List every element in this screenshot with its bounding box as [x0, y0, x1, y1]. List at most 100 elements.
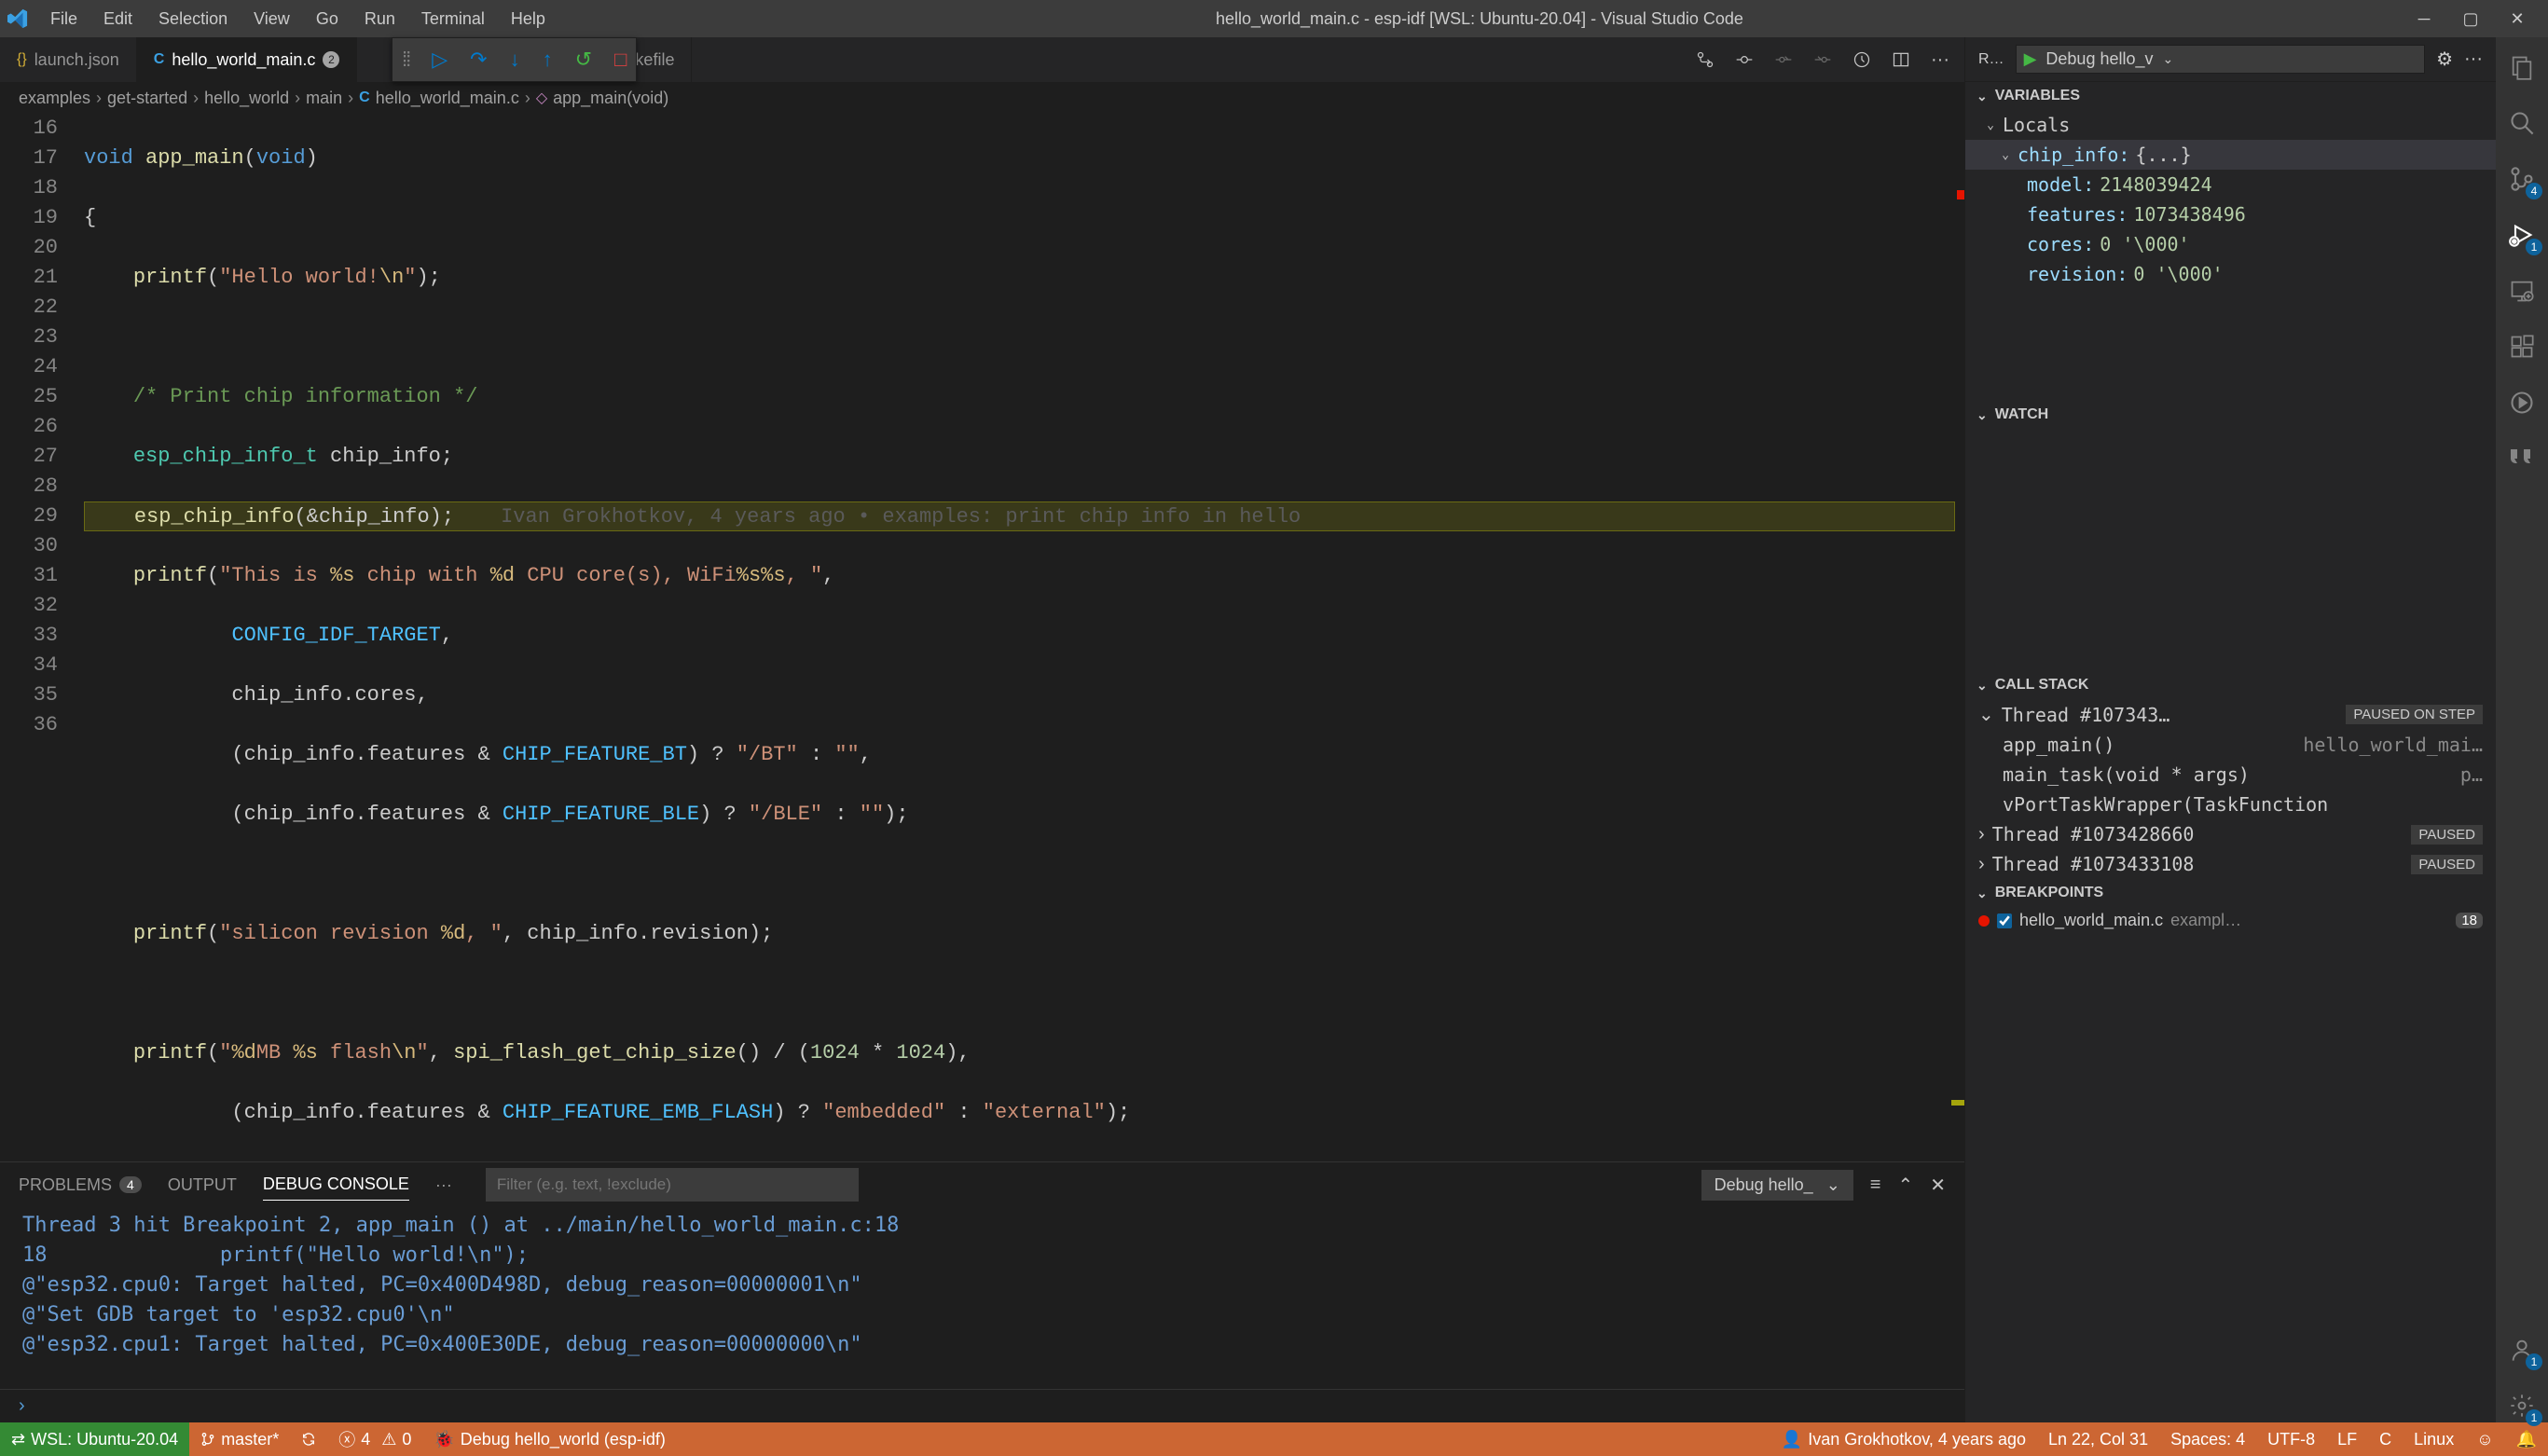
close-button[interactable]: ✕ — [2494, 0, 2541, 37]
panel-tab-problems[interactable]: PROBLEMS 4 — [19, 1170, 142, 1201]
panel-tab-debug-console[interactable]: DEBUG CONSOLE — [263, 1169, 409, 1201]
minimap[interactable] — [1955, 114, 1964, 1161]
next-change-icon[interactable] — [1813, 50, 1832, 69]
variables-section: ⌄VARIABLES ⌄Locals ⌄chip_info: {...} mod… — [1965, 82, 2496, 401]
menu-run[interactable]: Run — [351, 4, 408, 34]
drag-handle-icon[interactable]: ⁞⁞ — [402, 48, 409, 72]
panel-tab-output[interactable]: OUTPUT — [168, 1170, 237, 1201]
debug-config-select[interactable]: ▶ Debug hello_v ⌄ — [2016, 45, 2426, 74]
more-actions-icon[interactable]: ··· — [1931, 49, 1949, 71]
status-notifications[interactable]: 🔔 — [2505, 1422, 2548, 1456]
step-into-icon[interactable]: ↓ — [510, 48, 520, 72]
maximize-button[interactable]: ▢ — [2447, 0, 2494, 37]
step-over-icon[interactable]: ↷ — [470, 48, 487, 72]
close-panel-icon[interactable]: ✕ — [1930, 1174, 1946, 1197]
scope-locals[interactable]: ⌄Locals — [1965, 110, 2496, 140]
crumb[interactable]: examples — [19, 89, 90, 108]
git-commit-icon[interactable] — [1735, 50, 1754, 69]
code-content[interactable]: void app_main(void) { printf("Hello worl… — [75, 114, 1955, 1161]
status-indentation[interactable]: Spaces: 4 — [2159, 1422, 2256, 1456]
stack-frame[interactable]: vPortTaskWrapper(TaskFunction — [1965, 790, 2496, 819]
activity-testing[interactable] — [2505, 386, 2539, 419]
variable-row[interactable]: features: 1073438496 — [1965, 199, 2496, 229]
play-icon[interactable]: ▶ — [2024, 49, 2037, 69]
activity-extensions[interactable] — [2505, 330, 2539, 364]
continue-icon[interactable]: ▷ — [432, 48, 448, 72]
step-out-icon[interactable]: ↑ — [543, 48, 553, 72]
activity-settings[interactable]: 1 — [2505, 1389, 2539, 1422]
status-problems[interactable]: ⓧ4 ⚠0 — [327, 1422, 422, 1456]
activity-run-debug[interactable]: 1 — [2505, 218, 2539, 252]
breakpoints-header[interactable]: ⌄BREAKPOINTS — [1965, 879, 2496, 907]
crumb[interactable]: hello_world — [204, 89, 289, 108]
code-editor[interactable]: 16 17 18 19 20 21 22▷ 23 24 25 26 27 28 … — [0, 114, 1964, 1161]
status-sync[interactable] — [290, 1422, 327, 1456]
crumb[interactable]: get-started — [107, 89, 187, 108]
split-editor-icon[interactable] — [1892, 50, 1910, 69]
breadcrumb[interactable]: examples› get-started› hello_world› main… — [0, 82, 1964, 114]
more-icon[interactable]: ··· — [2464, 48, 2483, 70]
menu-file[interactable]: File — [37, 4, 90, 34]
status-branch[interactable]: master* — [189, 1422, 290, 1456]
stack-frame[interactable]: main_task(void * args)p… — [1965, 760, 2496, 790]
variable-chip-info[interactable]: ⌄chip_info: {...} — [1965, 140, 2496, 170]
collapse-panel-icon[interactable]: ⌃ — [1897, 1174, 1913, 1197]
breakpoints-section: ⌄BREAKPOINTS hello_world_main.c exampl… … — [1965, 879, 2496, 934]
compare-icon[interactable] — [1696, 50, 1715, 69]
status-os[interactable]: Linux — [2403, 1422, 2465, 1456]
menu-go[interactable]: Go — [303, 4, 351, 34]
activity-source-control[interactable]: 4 — [2505, 162, 2539, 196]
panel-tab-more[interactable]: ··· — [435, 1170, 452, 1201]
status-eol[interactable]: LF — [2326, 1422, 2368, 1456]
watch-header[interactable]: ⌄WATCH — [1965, 401, 2496, 429]
activity-explorer[interactable] — [2505, 50, 2539, 84]
debug-console-output[interactable]: Thread 3 hit Breakpoint 2, app_main () a… — [0, 1207, 1964, 1389]
status-blame[interactable]: 👤 Ivan Grokhotkov, 4 years ago — [1770, 1422, 2037, 1456]
activity-remote-explorer[interactable] — [2505, 274, 2539, 308]
variable-row[interactable]: revision: 0 '\000' — [1965, 259, 2496, 289]
stop-icon[interactable]: □ — [614, 48, 627, 72]
crumb[interactable]: app_main(void) — [553, 89, 668, 108]
menu-help[interactable]: Help — [498, 4, 558, 34]
line-number-gutter[interactable]: 16 17 18 19 20 21 22▷ 23 24 25 26 27 28 … — [0, 114, 75, 1161]
thread-row[interactable]: ›Thread #1073433108PAUSED — [1965, 849, 2496, 879]
chevron-down-icon: ⌄ — [1984, 118, 1997, 132]
thread-state-badge: PAUSED — [2411, 855, 2483, 874]
activity-accounts[interactable]: 1 — [2505, 1333, 2539, 1367]
crumb[interactable]: hello_world_main.c — [376, 89, 519, 108]
minimize-button[interactable]: ─ — [2401, 0, 2447, 37]
debug-toolbar[interactable]: ⁞⁞ ▷ ↷ ↓ ↑ ↺ □ — [392, 37, 637, 82]
status-language[interactable]: C — [2368, 1422, 2403, 1456]
menu-view[interactable]: View — [241, 4, 303, 34]
variable-row[interactable]: cores: 0 '\000' — [1965, 229, 2496, 259]
debug-input-prompt[interactable]: › — [0, 1389, 1964, 1422]
stack-frame[interactable]: app_main()hello_world_mai… — [1965, 730, 2496, 760]
file-history-icon[interactable] — [1852, 50, 1871, 69]
prev-change-icon[interactable] — [1774, 50, 1793, 69]
status-debug-target[interactable]: 🐞 Debug hello_world (esp-idf) — [422, 1422, 677, 1456]
thread-row[interactable]: ›Thread #1073428660PAUSED — [1965, 819, 2496, 849]
variables-header[interactable]: ⌄VARIABLES — [1965, 82, 2496, 110]
thread-row[interactable]: ⌄ Thread #107343… PAUSED ON STEP — [1965, 699, 2496, 730]
breakpoint-checkbox[interactable] — [1997, 913, 2012, 928]
debug-filter-input[interactable] — [486, 1168, 859, 1202]
status-remote[interactable]: ⇄ WSL: Ubuntu-20.04 — [0, 1422, 189, 1456]
callstack-header[interactable]: ⌄CALL STACK — [1965, 671, 2496, 699]
status-cursor-position[interactable]: Ln 22, Col 31 — [2037, 1422, 2159, 1456]
status-feedback[interactable]: ☺ — [2465, 1422, 2504, 1456]
variable-row[interactable]: model: 2148039424 — [1965, 170, 2496, 199]
clear-console-icon[interactable]: ≡ — [1870, 1174, 1881, 1196]
activity-references[interactable] — [2505, 442, 2539, 475]
status-encoding[interactable]: UTF-8 — [2256, 1422, 2326, 1456]
menu-edit[interactable]: Edit — [90, 4, 145, 34]
gear-icon[interactable]: ⚙ — [2436, 48, 2453, 71]
menu-terminal[interactable]: Terminal — [408, 4, 498, 34]
breakpoint-row[interactable]: hello_world_main.c exampl… 18 — [1965, 907, 2496, 934]
activity-search[interactable] — [2505, 106, 2539, 140]
tab-hello-world-main[interactable]: C hello_world_main.c 2 — [137, 37, 358, 82]
menu-selection[interactable]: Selection — [145, 4, 241, 34]
restart-icon[interactable]: ↺ — [575, 48, 592, 72]
crumb[interactable]: main — [306, 89, 342, 108]
debug-session-select[interactable]: Debug hello_ ⌄ — [1701, 1170, 1853, 1201]
tab-launch-json[interactable]: {} launch.json — [0, 37, 137, 82]
